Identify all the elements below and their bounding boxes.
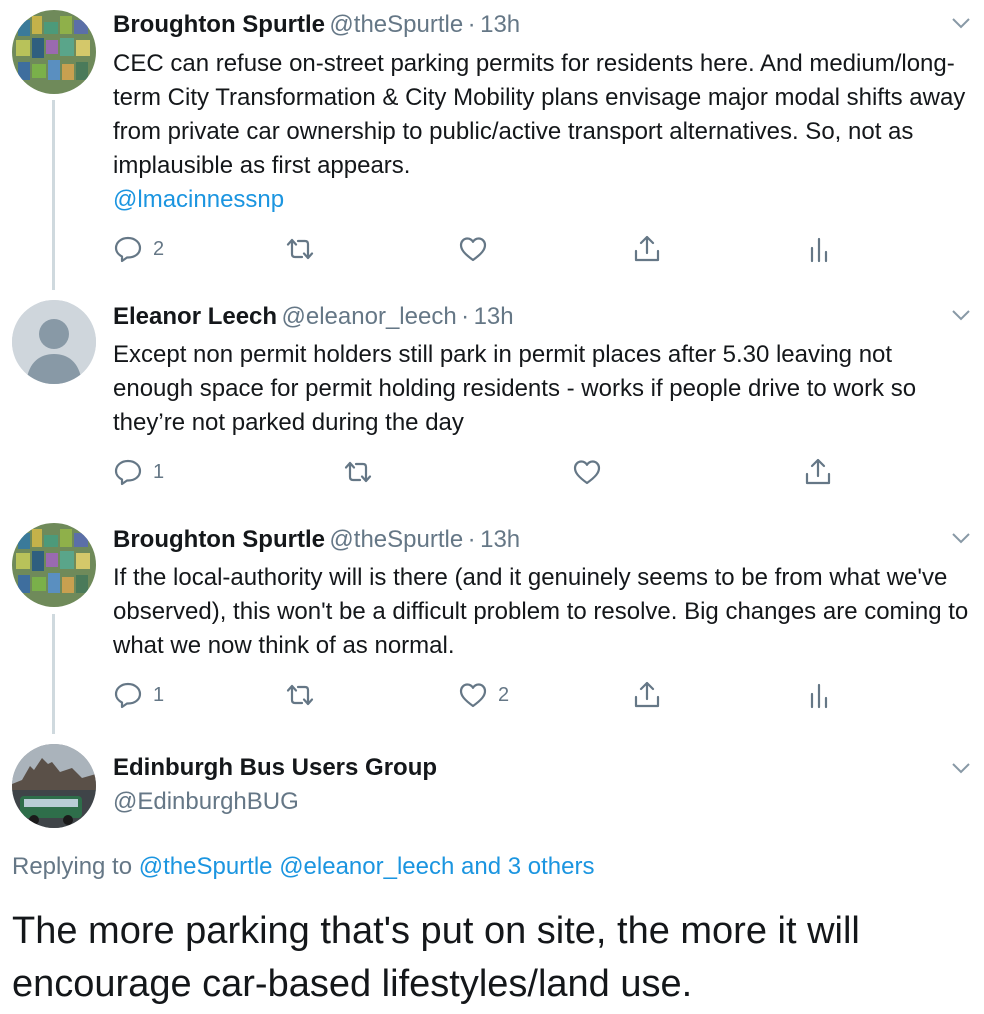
author-handle[interactable]: @EdinburghBUG (113, 788, 299, 816)
like-button[interactable]: 2 (458, 680, 509, 710)
mention-link[interactable]: @lmacinnessnp (113, 186, 284, 213)
reply-icon (114, 236, 142, 263)
like-icon (459, 237, 487, 262)
tweet-text: CEC can refuse on-street parking permits… (113, 50, 966, 179)
author-handle[interactable]: @theSpurtle (329, 11, 463, 38)
share-icon (634, 681, 660, 708)
analytics-icon (810, 683, 828, 709)
reply-count: 2 (153, 237, 165, 260)
tweet-text: If the local-authority will is there (an… (113, 564, 969, 659)
like-button[interactable] (572, 457, 612, 487)
author-name[interactable]: Broughton Spurtle (113, 526, 325, 553)
retweet-icon (344, 461, 372, 483)
separator: · (461, 303, 470, 330)
reply-count: 1 (153, 683, 165, 706)
replying-others-link[interactable]: 3 others (508, 853, 595, 880)
analytics-button[interactable] (804, 680, 834, 710)
share-icon (805, 458, 831, 485)
timestamp[interactable]: 13h (480, 11, 520, 38)
timestamp[interactable]: 13h (474, 303, 514, 330)
author-name[interactable]: Edinburgh Bus Users Group (113, 754, 437, 782)
separator: · (467, 11, 476, 38)
tweet-text: Except non permit holders still park in … (113, 341, 917, 436)
thread-line (52, 100, 55, 290)
replying-to: Replying to @theSpurtle @eleanor_leech a… (12, 853, 594, 881)
main-tweet-text: The more parking that's put on site, the… (12, 910, 860, 1005)
reply-count: 1 (153, 460, 165, 483)
caret-down-icon[interactable] (950, 757, 972, 779)
author-handle[interactable]: @eleanor_leech (282, 303, 457, 330)
like-button[interactable] (458, 234, 498, 264)
caret-down-icon[interactable] (950, 304, 972, 326)
retweet-button[interactable] (285, 680, 325, 710)
share-button[interactable] (632, 680, 662, 710)
like-icon (459, 683, 487, 708)
separator: · (467, 526, 476, 553)
thread-line (52, 614, 55, 734)
analytics-icon (810, 237, 828, 263)
author-name[interactable]: Broughton Spurtle (113, 11, 325, 38)
avatar[interactable] (12, 744, 96, 828)
share-button[interactable] (803, 457, 833, 487)
share-icon (634, 235, 660, 262)
retweet-icon (286, 238, 314, 260)
replying-to-users[interactable]: @theSpurtle @eleanor_leech (139, 853, 455, 880)
reply-icon (114, 682, 142, 709)
author-handle[interactable]: @theSpurtle (329, 526, 463, 553)
caret-down-icon[interactable] (950, 527, 972, 549)
timestamp[interactable]: 13h (480, 526, 520, 553)
reply-button[interactable]: 1 (113, 457, 164, 487)
avatar[interactable] (12, 300, 96, 384)
like-icon (573, 460, 601, 485)
reply-button[interactable]: 1 (113, 680, 164, 710)
share-button[interactable] (632, 234, 662, 264)
like-count: 2 (498, 683, 510, 706)
replying-and: and (461, 853, 502, 880)
avatar[interactable] (12, 523, 96, 607)
reply-icon (114, 459, 142, 486)
author-name[interactable]: Eleanor Leech (113, 303, 277, 330)
retweet-button[interactable] (343, 457, 383, 487)
avatar[interactable] (12, 10, 96, 94)
reply-button[interactable]: 2 (113, 234, 164, 264)
replying-prefix: Replying to (12, 853, 133, 880)
caret-down-icon[interactable] (950, 12, 972, 34)
analytics-button[interactable] (804, 234, 834, 264)
retweet-button[interactable] (285, 234, 325, 264)
retweet-icon (286, 684, 314, 706)
